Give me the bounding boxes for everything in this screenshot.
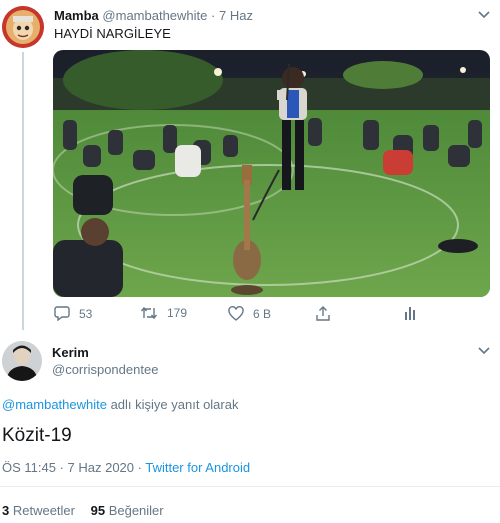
retweets-stat[interactable]: 3 Retweetler [2, 503, 79, 518]
avatar-mamba[interactable] [2, 6, 44, 48]
retweets-label: Retweetler [9, 503, 75, 518]
chevron-down-icon[interactable] [478, 11, 490, 19]
reply-button[interactable]: 53 [54, 306, 92, 321]
tweet-photo[interactable] [53, 50, 490, 297]
reply-text: Közit-19 [2, 425, 72, 446]
tweet-time[interactable]: 7 Haz [219, 8, 253, 23]
retweet-count: 179 [167, 306, 188, 320]
reply-time[interactable]: ÖS 11:45 · 7 Haz 2020 [2, 460, 134, 475]
retweet-button[interactable]: 179 [140, 306, 187, 320]
likes-stat[interactable]: 95 Beğeniler [91, 503, 164, 518]
thread-line [22, 52, 24, 330]
reply-handle[interactable]: @corrispondentee [52, 362, 158, 377]
reply-chevron-down-icon[interactable] [478, 347, 490, 355]
source-link[interactable]: Twitter for Android [145, 460, 250, 475]
separator: · [211, 8, 216, 23]
tweet-header: Mamba @mambathewhite · 7 Haz [54, 8, 253, 23]
reply-icon [54, 306, 70, 321]
like-count: 6 B [253, 306, 272, 321]
retweet-icon [140, 306, 158, 320]
display-name[interactable]: Mamba [54, 8, 99, 23]
analytics-icon[interactable] [404, 306, 416, 321]
likes-count: 95 [90, 503, 106, 518]
replying-to-suffix: adlı kişiye yanıt olarak [106, 397, 239, 412]
like-button[interactable]: 6 B [228, 306, 271, 321]
reply-display-name[interactable]: Kerim [52, 345, 89, 360]
likes-label: Beğeniler [105, 503, 164, 518]
share-icon[interactable] [316, 306, 330, 321]
meta-dot: · [134, 460, 146, 475]
handle[interactable]: @mambathewhite [102, 8, 207, 23]
engagement-stats: 3 Retweetler 95 Beğeniler [2, 503, 164, 518]
replying-to-handle[interactable]: @mambathewhite [2, 397, 107, 412]
replying-to: @mambathewhite adlı kişiye yanıt olarak [2, 397, 238, 412]
reply-count: 53 [79, 306, 93, 321]
reply-meta: ÖS 11:45 · 7 Haz 2020 · Twitter for Andr… [2, 460, 250, 475]
divider [0, 486, 500, 487]
tweet-text: HAYDİ NARGİLEYE [54, 26, 171, 41]
heart-icon [228, 306, 244, 321]
avatar-kerim[interactable] [2, 341, 42, 381]
